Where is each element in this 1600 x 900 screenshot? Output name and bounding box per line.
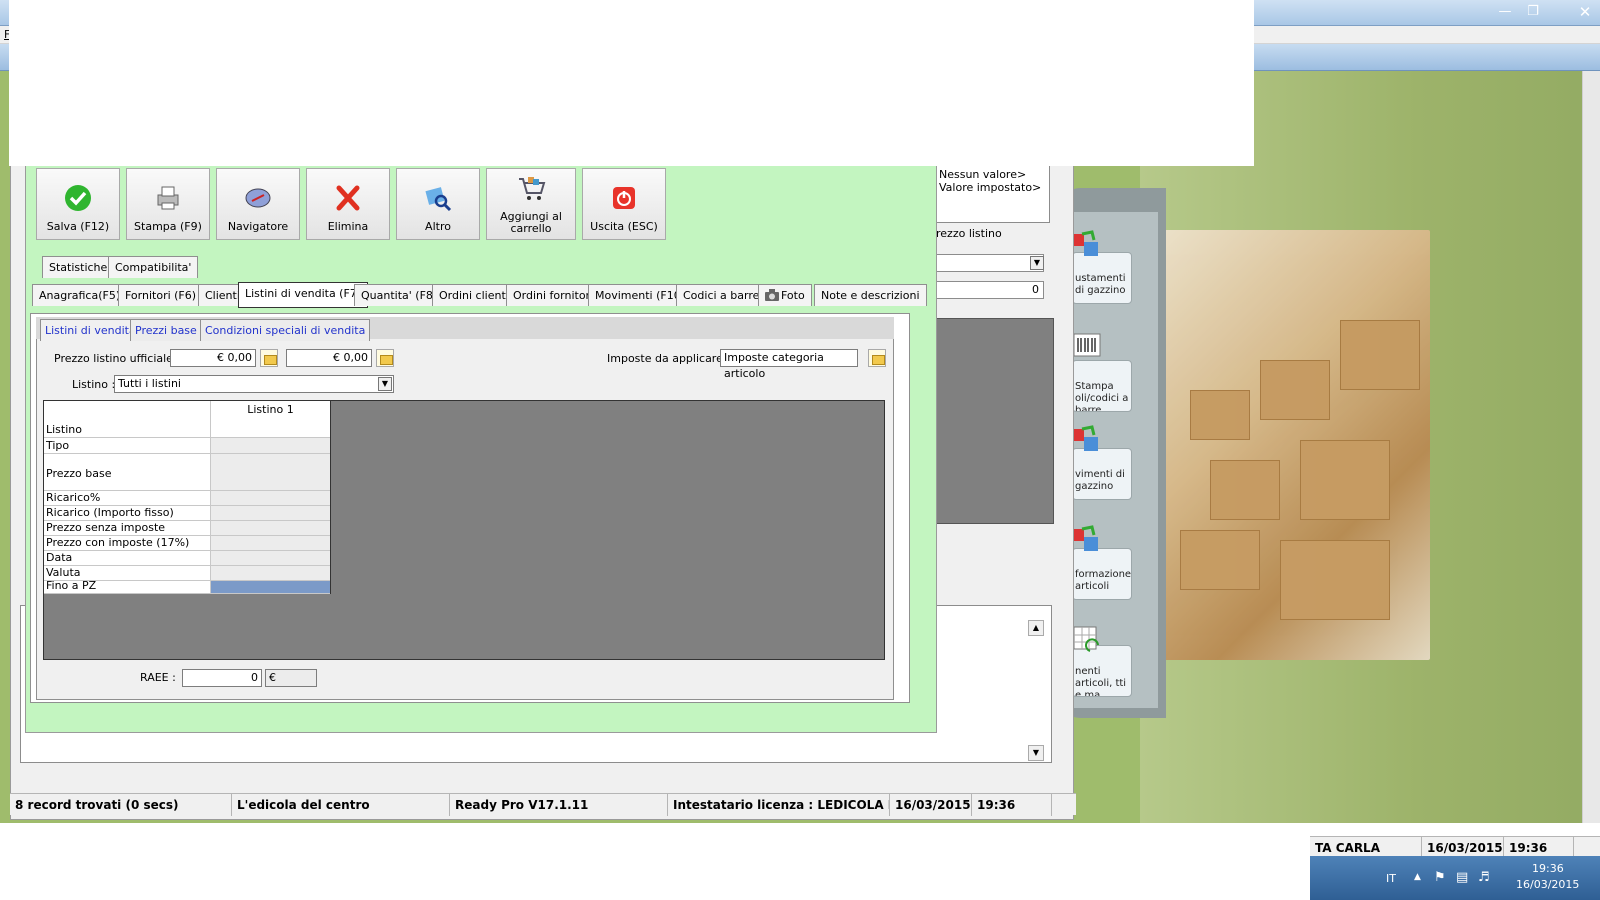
folder-icon[interactable]: [260, 349, 278, 367]
side-button-movements[interactable]: vimenti di gazzino: [1072, 448, 1132, 500]
status-bar: 8 record trovati (0 secs) L'edicola del …: [10, 793, 1076, 816]
speaker-icon[interactable]: ♬: [1478, 870, 1490, 885]
blank-overlay-top: [9, 0, 1254, 166]
side-button-info[interactable]: formazione articoli: [1072, 548, 1132, 600]
listino-label: Listino :: [72, 378, 116, 391]
tab-ordini-fornitori[interactable]: Ordini fornitori: [506, 284, 601, 306]
tab-codici-barre[interactable]: Codici a barre: [676, 284, 767, 306]
grid-row[interactable]: Ricarico (Importo fisso): [44, 506, 330, 521]
tab-statistiche[interactable]: Statistiche: [42, 256, 115, 278]
cubes-icon: [1074, 525, 1098, 551]
tab-compatibilita[interactable]: Compatibilita': [108, 256, 199, 278]
blank-overlay-bottom: [0, 823, 1310, 900]
grid-row[interactable]: Data: [44, 551, 330, 566]
restore-icon[interactable]: ❐: [1520, 3, 1546, 21]
compass-icon: [245, 188, 271, 208]
power-icon: [613, 187, 635, 209]
clock-time[interactable]: 19:36: [1532, 862, 1564, 875]
exit-button[interactable]: Uscita (ESC): [582, 168, 666, 240]
checkmark-icon: [65, 185, 91, 211]
status-license: Intestatario licenza : LEDICOLA DEL CE: [668, 794, 890, 816]
tab-note[interactable]: Note e descrizioni: [814, 284, 927, 306]
status-version: Ready Pro V17.1.11: [450, 794, 668, 816]
prezzo-listino-label: rezzo listino: [936, 227, 1002, 240]
prezzo-listino-field-2[interactable]: € 0,00: [286, 349, 372, 367]
grid-row[interactable]: Tipo: [44, 438, 330, 454]
other-button[interactable]: Altro: [396, 168, 480, 240]
status-date: 16/03/2015: [890, 794, 972, 816]
folder-icon[interactable]: [868, 349, 886, 367]
tab-quantita[interactable]: Quantita' (F8): [354, 284, 445, 306]
tab-ordini-clienti[interactable]: Ordini clienti: [432, 284, 516, 306]
right-grid-area: [936, 318, 1054, 524]
cubes-icon: [1074, 230, 1098, 256]
prezzo-listino-ufficiale-label: Prezzo listino ufficiale :: [54, 352, 181, 365]
magnifier-icon: [425, 187, 452, 212]
delete-button[interactable]: Elimina: [306, 168, 390, 240]
raee-label: RAEE :: [140, 671, 176, 684]
chevron-down-icon[interactable]: ▼: [378, 377, 392, 391]
taskbar: IT ▲ ⚑ ▤ ♬ 19:36 16/03/2015: [1310, 856, 1600, 900]
grid-row[interactable]: Fino a PZ: [44, 579, 330, 594]
tab-anagrafica[interactable]: Anagrafica(F5): [32, 284, 128, 306]
status-company: L'edicola del centro: [232, 794, 450, 816]
tab-fornitori[interactable]: Fornitori (F6): [118, 284, 204, 306]
raee-field[interactable]: 0: [182, 669, 262, 687]
tab-listini-vendita[interactable]: Listini di vendita (F7): [238, 282, 369, 308]
network-icon[interactable]: ▤: [1456, 870, 1468, 885]
desktop-scrollbar[interactable]: [1582, 71, 1600, 823]
barcode-icon: [1073, 333, 1101, 357]
status-time: 19:36: [972, 794, 1052, 816]
prezzo-listino-select[interactable]: [936, 254, 1044, 272]
prezzo-listino-value[interactable]: 0: [936, 281, 1044, 299]
grid-row[interactable]: Ricarico%: [44, 491, 330, 506]
price-grid[interactable]: Listino 1 Listino Tipo Prezzo base Ricar…: [43, 400, 331, 594]
value-list[interactable]: Nessun valore> Valore impostato>: [936, 165, 1050, 223]
status-records: 8 record trovati (0 secs): [10, 794, 232, 816]
tab-listini-di-vendita[interactable]: Listini di vendita: [40, 319, 141, 341]
grid-row[interactable]: Prezzo base: [44, 454, 330, 491]
warehouse-image: [1150, 230, 1430, 660]
camera-icon: [765, 289, 779, 301]
language-indicator[interactable]: IT: [1386, 872, 1396, 885]
cart-icon: [519, 177, 546, 200]
side-button-print-barcodes[interactable]: Stampa oli/codici a barre: [1072, 360, 1132, 412]
valore-impostato-text: Valore impostato>: [939, 181, 1042, 194]
add-to-cart-button[interactable]: Aggiungi al carrello: [486, 168, 576, 240]
imposte-label: Imposte da applicare :: [607, 352, 731, 365]
grid-row[interactable]: Listino: [44, 401, 330, 438]
imposte-field[interactable]: Imposte categoria articolo: [720, 349, 858, 380]
cubes-icon: [1074, 425, 1098, 451]
save-button[interactable]: Salva (F12): [36, 168, 120, 240]
printer-icon: [157, 186, 179, 210]
raee-currency: €: [265, 669, 317, 687]
grid-row[interactable]: Prezzo con imposte (17%): [44, 536, 330, 551]
clock-date[interactable]: 16/03/2015: [1516, 878, 1579, 891]
chevron-down-icon[interactable]: ▼: [1030, 256, 1044, 270]
prezzo-listino-field-1[interactable]: € 0,00: [170, 349, 256, 367]
scroll-up-icon[interactable]: ▲: [1028, 620, 1044, 636]
minimize-icon[interactable]: —: [1492, 3, 1518, 21]
outer-status-bar: TA CARLA 16/03/2015 19:36: [1310, 836, 1600, 859]
tab-condizioni-speciali[interactable]: Condizioni speciali di vendita: [200, 319, 371, 341]
navigator-button[interactable]: Navigatore: [216, 168, 300, 240]
nessun-valore-text: Nessun valore>: [939, 168, 1027, 181]
scroll-down-icon[interactable]: ▼: [1028, 745, 1044, 761]
close-icon[interactable]: ✕: [1572, 3, 1598, 21]
grid-arrow-icon: [1073, 626, 1099, 652]
tab-prezzi-base[interactable]: Prezzi base: [130, 319, 202, 341]
folder-icon[interactable]: [376, 349, 394, 367]
tray-arrow-icon[interactable]: ▲: [1414, 872, 1421, 882]
listino-select[interactable]: Tutti i listini: [114, 375, 394, 393]
print-button[interactable]: Stampa (F9): [126, 168, 210, 240]
flag-icon[interactable]: ⚑: [1434, 870, 1446, 885]
red-x-icon: [336, 185, 360, 211]
grid-row[interactable]: Prezzo senza imposte: [44, 521, 330, 536]
